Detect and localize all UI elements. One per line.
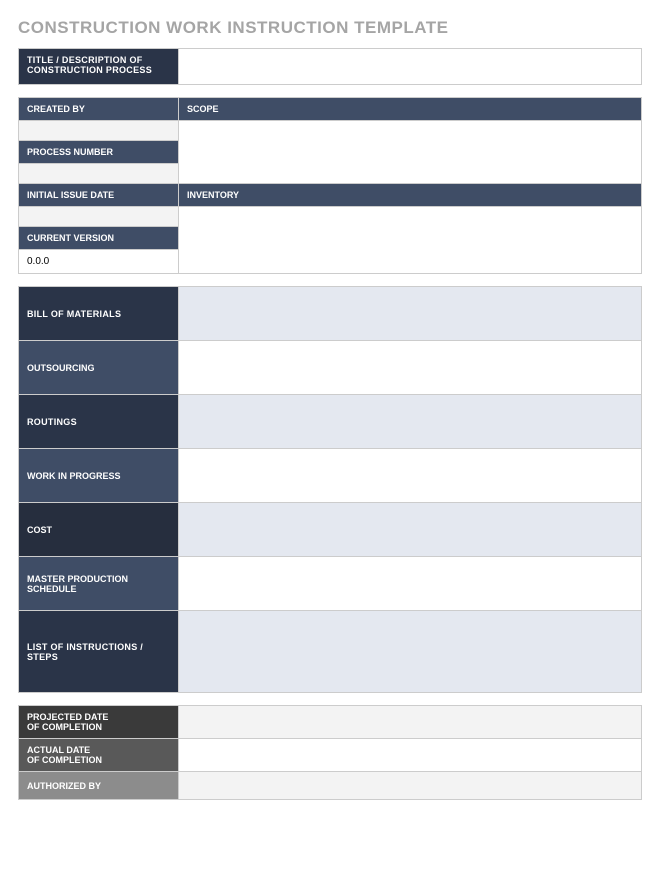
created-by-field[interactable]: [19, 121, 179, 141]
actual-date-field[interactable]: [179, 739, 642, 772]
title-desc-field[interactable]: [179, 49, 642, 85]
authorized-by-label: AUTHORIZED BY: [19, 772, 179, 800]
steps-field[interactable]: [179, 611, 642, 693]
current-version-field[interactable]: 0.0.0: [19, 250, 179, 274]
steps-label: LIST OF INSTRUCTIONS / STEPS: [19, 611, 179, 693]
page-title: CONSTRUCTION WORK INSTRUCTION TEMPLATE: [18, 18, 642, 38]
projected-date-field[interactable]: [179, 706, 642, 739]
inventory-label: INVENTORY: [179, 184, 642, 207]
footer-table: PROJECTED DATEOF COMPLETION ACTUAL DATEO…: [18, 705, 642, 800]
initial-issue-date-label: INITIAL ISSUE DATE: [19, 184, 179, 207]
inventory-field[interactable]: [179, 207, 642, 274]
process-number-label: PROCESS NUMBER: [19, 141, 179, 164]
bom-label: BILL OF MATERIALS: [19, 287, 179, 341]
scope-field[interactable]: [179, 121, 642, 184]
current-version-label: CURRENT VERSION: [19, 227, 179, 250]
title-description-table: TITLE / DESCRIPTION OF CONSTRUCTION PROC…: [18, 48, 642, 85]
title-desc-label: TITLE / DESCRIPTION OF CONSTRUCTION PROC…: [19, 49, 179, 85]
wip-label: WORK IN PROGRESS: [19, 449, 179, 503]
scope-label: SCOPE: [179, 98, 642, 121]
mps-label: MASTER PRODUCTION SCHEDULE: [19, 557, 179, 611]
meta-table: CREATED BY SCOPE PROCESS NUMBER INITIAL …: [18, 97, 642, 274]
routings-label: ROUTINGS: [19, 395, 179, 449]
cost-field[interactable]: [179, 503, 642, 557]
projected-date-label: PROJECTED DATEOF COMPLETION: [19, 706, 179, 739]
wip-field[interactable]: [179, 449, 642, 503]
created-by-label: CREATED BY: [19, 98, 179, 121]
mps-field[interactable]: [179, 557, 642, 611]
sections-table: BILL OF MATERIALS OUTSOURCING ROUTINGS W…: [18, 286, 642, 693]
authorized-by-field[interactable]: [179, 772, 642, 800]
outsourcing-label: OUTSOURCING: [19, 341, 179, 395]
process-number-field[interactable]: [19, 164, 179, 184]
outsourcing-field[interactable]: [179, 341, 642, 395]
cost-label: COST: [19, 503, 179, 557]
bom-field[interactable]: [179, 287, 642, 341]
initial-issue-date-field[interactable]: [19, 207, 179, 227]
actual-date-label: ACTUAL DATEOF COMPLETION: [19, 739, 179, 772]
routings-field[interactable]: [179, 395, 642, 449]
